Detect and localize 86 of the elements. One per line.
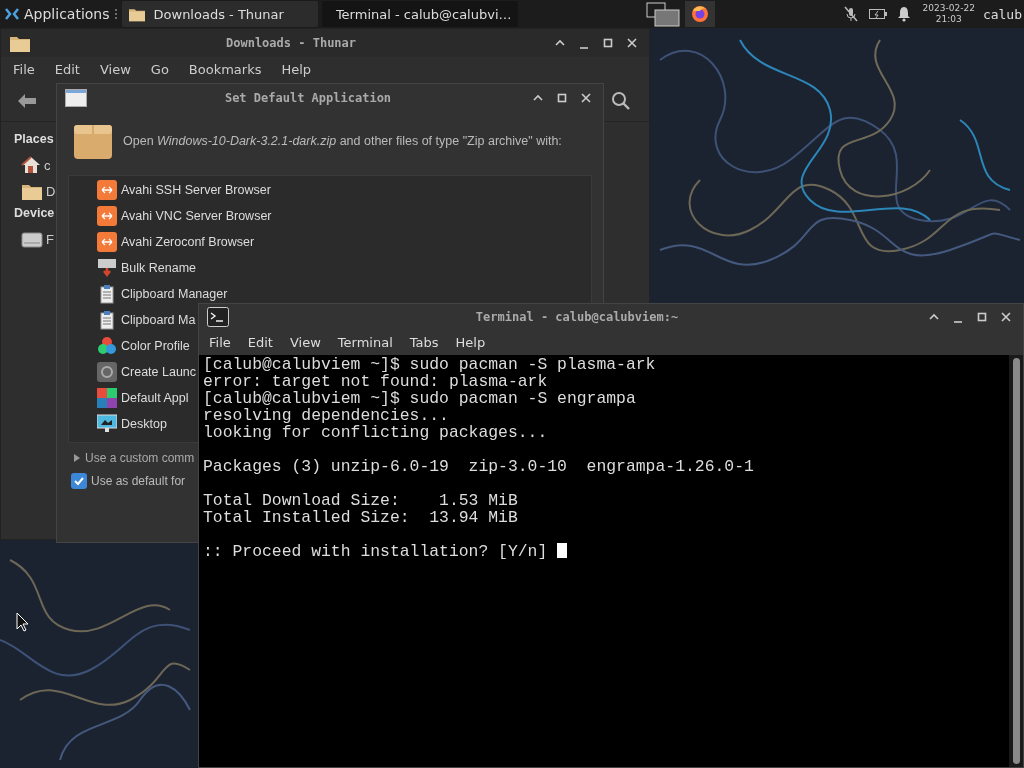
list-item[interactable]: Color Profile <box>121 339 190 353</box>
terminal-line: Total Installed Size: 13.94 MiB <box>203 508 518 527</box>
workspace-switcher-icon[interactable] <box>645 1 682 27</box>
menu-item[interactable]: File <box>209 333 231 352</box>
back-arrow-icon[interactable] <box>17 93 37 109</box>
colored-squares-icon <box>97 388 117 408</box>
taskbar-button[interactable]: Terminal - calub@calubvi… <box>321 1 518 27</box>
menu-item[interactable]: View <box>289 333 321 352</box>
search-icon[interactable] <box>611 91 631 111</box>
list-item[interactable]: Bulk Rename <box>121 261 197 275</box>
expander-icon[interactable] <box>73 453 81 463</box>
network-app-icon <box>97 206 117 226</box>
browser-icon <box>691 5 710 23</box>
network-app-icon <box>97 180 117 200</box>
menu-item[interactable]: Tabs <box>409 333 439 352</box>
color-circles-icon <box>97 336 117 356</box>
terminal-line: [calub@calubviem ~]$ sudo pacman -S engrampa <box>203 389 636 408</box>
window-title: Set Default Application <box>224 90 392 105</box>
menu-item[interactable]: File <box>13 59 35 79</box>
list-item[interactable]: Clipboard Manager <box>121 287 228 301</box>
terminal-line: Total Download Size: 1.53 MiB <box>203 491 518 510</box>
menu-item[interactable]: Edit <box>54 59 80 79</box>
sidebar-heading: Device <box>14 206 55 222</box>
terminal-line: looking for conflicting packages... <box>203 423 548 442</box>
close-icon <box>579 90 593 105</box>
list-item[interactable]: Clipboard Ma <box>121 313 196 327</box>
expander-label[interactable]: Use a custom comm <box>85 451 195 465</box>
clipboard-icon <box>97 310 117 330</box>
terminal-line: [calub@calubviem ~]$ sudo pacman -S plasma-ark <box>203 355 656 374</box>
sidebar-item[interactable]: D <box>46 183 56 199</box>
menu-item[interactable]: Help <box>281 59 312 79</box>
minimize-icon <box>579 46 589 50</box>
minimize-icon <box>953 320 963 324</box>
list-item[interactable]: Avahi SSH Server Browser <box>121 183 271 197</box>
drag-handle-icon <box>113 8 118 20</box>
checkbox-label: Use as default for <box>91 474 186 488</box>
checkbox[interactable] <box>71 473 87 489</box>
taskbar-button[interactable]: Downloads - Thunar <box>121 1 318 27</box>
rename-icon <box>97 258 117 278</box>
terminal-line: error: target not found: plasma-ark <box>203 372 548 391</box>
close-icon <box>625 36 639 50</box>
clipboard-icon <box>97 284 117 304</box>
network-app-icon <box>97 232 117 252</box>
clock-time: 21:03 <box>935 14 962 25</box>
terminal-prompt-icon <box>207 307 229 327</box>
sidebar-item[interactable]: F <box>46 231 54 247</box>
browser-launcher[interactable] <box>685 1 716 27</box>
monitor-icon <box>97 414 117 434</box>
bell-icon[interactable] <box>896 6 911 22</box>
applications-menu-button[interactable]: Applications <box>0 0 114 28</box>
text-cursor <box>557 543 568 558</box>
sidebar-item[interactable]: c <box>44 157 51 173</box>
clock-date: 2023-02-22 <box>922 3 975 14</box>
logo <box>4 6 20 22</box>
folder-icon <box>127 6 146 22</box>
window-icon <box>65 88 87 107</box>
menu-item[interactable]: Bookmarks <box>188 59 262 79</box>
battery-icon[interactable] <box>868 8 887 20</box>
list-item[interactable]: Avahi Zeroconf Browser <box>121 235 255 249</box>
mouse-pointer-icon <box>16 612 30 632</box>
terminal-line: resolving dependencies... <box>203 406 449 425</box>
drive-icon <box>21 229 43 249</box>
gear-icon <box>97 362 117 382</box>
maximize-icon <box>975 310 989 324</box>
menu-item[interactable]: View <box>99 59 131 79</box>
prompt-text: Open Windows-10-Dark-3.2.1-dark.zip and other files of type "Zip archive" with: <box>123 134 562 148</box>
menu-item[interactable]: Terminal <box>337 333 393 352</box>
close-icon <box>999 310 1013 324</box>
user-name: calub <box>982 6 1022 22</box>
window-title: Terminal - calub@calubviem:~ <box>475 310 679 324</box>
scrollbar[interactable] <box>1009 355 1023 767</box>
list-item[interactable]: Default Appl <box>121 391 189 405</box>
terminal-line: Packages (3) unzip-6.0-19 zip-3.0-10 engrampa-1.26.0-1 <box>203 457 754 476</box>
window-title: Downloads - Thunar <box>226 36 357 50</box>
list-item[interactable]: Create Launc <box>121 365 197 379</box>
terminal-line: :: Proceed with installation? [Y/n] <box>203 542 549 561</box>
menu-item[interactable]: Edit <box>247 333 273 352</box>
house-icon <box>21 155 41 175</box>
list-item[interactable]: Desktop <box>121 417 167 431</box>
microphone-muted-icon[interactable] <box>842 6 859 22</box>
menu-item[interactable]: Go <box>150 59 169 79</box>
clock[interactable]: 2023-02-22 21:03 <box>922 3 975 25</box>
menu-item[interactable]: Help <box>455 333 486 352</box>
maximize-icon <box>601 36 615 50</box>
list-item[interactable]: Avahi VNC Server Browser <box>121 209 272 223</box>
sidebar-heading: Places <box>14 132 54 148</box>
